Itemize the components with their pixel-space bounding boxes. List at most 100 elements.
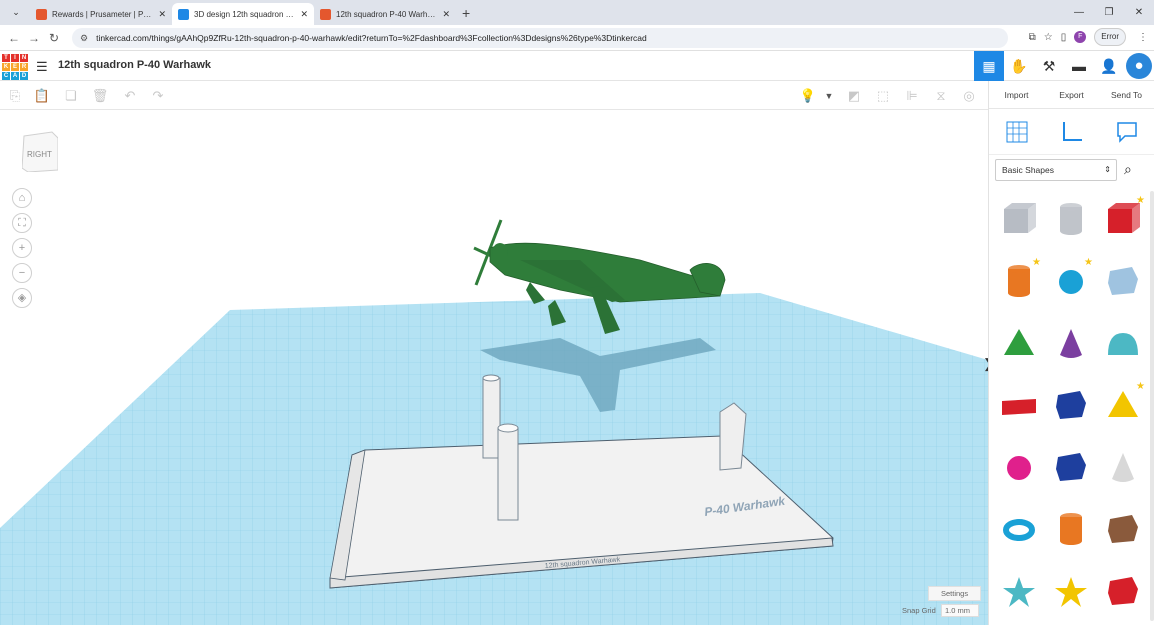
text-icon [1002, 399, 1036, 415]
workplane-icon[interactable] [1005, 120, 1029, 144]
back-icon[interactable]: ← [4, 31, 24, 45]
shape-tile-paraboloid[interactable] [1097, 437, 1149, 499]
blocks-icon[interactable]: ✋ [1004, 51, 1034, 81]
undo-icon[interactable]: ↶ [121, 87, 139, 105]
shape-tile-torus[interactable] [993, 499, 1045, 561]
panel-scrollbar[interactable] [1150, 191, 1154, 621]
sidebar-icon[interactable]: ▯ [1061, 32, 1067, 43]
design-title[interactable]: 12th squadron P-40 Warhawk [58, 59, 211, 71]
sim-lab-icon[interactable]: ▬ [1064, 51, 1094, 81]
forward-icon[interactable]: → [24, 31, 44, 45]
tinkercad-logo[interactable]: TIN KER CAD [2, 54, 28, 80]
invite-user-icon[interactable]: 👤 [1094, 51, 1124, 81]
note-icon[interactable]: ◩ [845, 87, 863, 105]
support-post-front[interactable] [497, 427, 519, 521]
maximize-icon[interactable]: ❐ [1094, 0, 1124, 25]
shape-tile-text[interactable] [993, 375, 1045, 437]
zoom-out-icon[interactable]: − [12, 263, 32, 283]
shape-tile-pyramid[interactable]: ★ [1097, 375, 1149, 437]
paste-icon[interactable]: 📋 [33, 87, 51, 105]
url-field[interactable]: ⚙ tinkercad.com/things/gAAhQp9ZfRu-12th-… [72, 28, 1008, 48]
tube-icon [1060, 513, 1082, 545]
cone-icon [1060, 329, 1082, 358]
settings-button[interactable]: Settings [928, 586, 982, 601]
browser-tab-tinkercad[interactable]: 3D design 12th squadron P-40 ✕ [172, 3, 314, 25]
3d-viewport[interactable]: P-40 Warhawk 12th squadron Warhawk RIGHT… [0, 110, 988, 625]
cruise-icon[interactable]: ◎ [960, 87, 978, 105]
error-button[interactable]: Error [1094, 28, 1126, 46]
printables-favicon-icon [36, 8, 47, 20]
tab-close-icon[interactable]: ✕ [158, 9, 166, 20]
zoom-in-icon[interactable]: + [12, 238, 32, 258]
shape-tile-roof[interactable] [993, 313, 1045, 375]
notes-icon[interactable] [1115, 120, 1139, 144]
shape-tile-box[interactable]: ★ [1097, 189, 1149, 251]
shape-tile-polygon[interactable] [1045, 437, 1097, 499]
home-view-icon[interactable]: ⌂ [12, 188, 32, 208]
bookmark-star-icon[interactable]: ☆ [1044, 32, 1053, 43]
shape-tile-sphere[interactable]: ★ [1045, 251, 1097, 313]
shapes-panel: Import Export Send To Basic Shapes ⇕ ⌕ ★ ★… [988, 81, 1154, 625]
reload-icon[interactable]: ↻ [44, 31, 64, 45]
half-sphere-icon [1007, 456, 1031, 480]
delete-icon[interactable]: 🗑 [91, 87, 109, 105]
minimize-icon[interactable]: — [1064, 0, 1094, 25]
tab-title: 12th squadron P-40 Warhawk [336, 9, 438, 19]
install-app-icon[interactable]: ⧉ [1029, 32, 1036, 43]
fit-view-icon[interactable]: ⛶ [12, 213, 32, 233]
favorite-star-icon: ★ [1136, 195, 1145, 206]
copy-icon[interactable]: ⎘ [6, 87, 24, 105]
shape-tile-scribble[interactable] [1097, 251, 1149, 313]
shape-tile-tube[interactable] [1045, 499, 1097, 561]
shape-tile-half-sphere[interactable] [993, 437, 1045, 499]
snap-grid-select[interactable]: 1.0 mm [941, 604, 979, 617]
support-post-tail[interactable] [719, 402, 747, 471]
align-icon[interactable]: ⊫ [903, 87, 921, 105]
shape-tile-cylinder-hole[interactable] [1045, 189, 1097, 251]
group-icon[interactable]: ⬚ [874, 87, 892, 105]
close-window-icon[interactable]: ✕ [1124, 0, 1154, 25]
shape-tile-icosahedron[interactable] [1097, 561, 1149, 623]
tab-close-icon[interactable]: ✕ [300, 9, 308, 20]
user-avatar[interactable]: ● [1126, 53, 1152, 79]
browser-tab-warhawk[interactable]: 12th squadron P-40 Warhawk ✕ [314, 3, 456, 25]
bricks-icon[interactable]: ⚒ [1034, 51, 1064, 81]
site-info-icon[interactable]: ⚙ [80, 33, 88, 44]
shape-category-select[interactable]: Basic Shapes ⇕ [995, 159, 1117, 181]
search-icon[interactable]: ⌕ [1124, 161, 1132, 178]
duplicate-icon[interactable]: ❏ [62, 87, 80, 105]
shape-tile-heart[interactable] [1097, 499, 1149, 561]
ruler-icon[interactable] [1060, 120, 1084, 144]
new-tab-button[interactable]: + [462, 5, 470, 21]
profile-avatar[interactable]: F [1074, 31, 1087, 43]
mirror-icon[interactable]: ⧖ [932, 87, 950, 105]
browser-menu-icon[interactable]: ⋮ [1138, 32, 1148, 43]
export-button[interactable]: Export [1044, 81, 1099, 108]
chevron-down-icon[interactable]: ▼ [820, 87, 838, 105]
send-to-button[interactable]: Send To [1099, 81, 1154, 108]
select-arrows-icon: ⇕ [1104, 165, 1111, 174]
shape-tile-cone[interactable] [1045, 313, 1097, 375]
redo-icon[interactable]: ↷ [149, 87, 167, 105]
shape-grid: ★ ★ ★ ★ [993, 189, 1151, 625]
lightbulb-icon[interactable]: 💡 [799, 87, 817, 105]
shape-tile-box-hole[interactable] [993, 189, 1045, 251]
view-cube[interactable]: RIGHT [22, 130, 58, 172]
shape-tile-star[interactable] [993, 561, 1045, 623]
browser-tab-prusameter[interactable]: Rewards | Prusameter | Printab ✕ [30, 3, 172, 25]
tab-search-button[interactable]: ⌄ [6, 3, 26, 21]
box-hole-icon [1004, 203, 1036, 233]
app-header: TIN KER CAD ☰ 12th squadron P-40 Warhawk… [0, 51, 1154, 81]
shape-tile-wedge[interactable] [1045, 375, 1097, 437]
tab-close-icon[interactable]: ✕ [442, 9, 450, 20]
support-post-rear[interactable] [482, 377, 501, 459]
design-list-icon[interactable]: ☰ [36, 59, 48, 75]
cylinder-hole-icon [1060, 203, 1082, 235]
orthographic-icon[interactable]: ◈ [12, 288, 32, 308]
shape-tile-cylinder[interactable]: ★ [993, 251, 1045, 313]
import-button[interactable]: Import [989, 81, 1044, 108]
tab-title: 3D design 12th squadron P-40 [194, 9, 296, 19]
3d-view-grid-icon[interactable]: ▦ [974, 51, 1004, 81]
shape-tile-star-gold[interactable] [1045, 561, 1097, 623]
shape-tile-round-roof[interactable] [1097, 313, 1149, 375]
